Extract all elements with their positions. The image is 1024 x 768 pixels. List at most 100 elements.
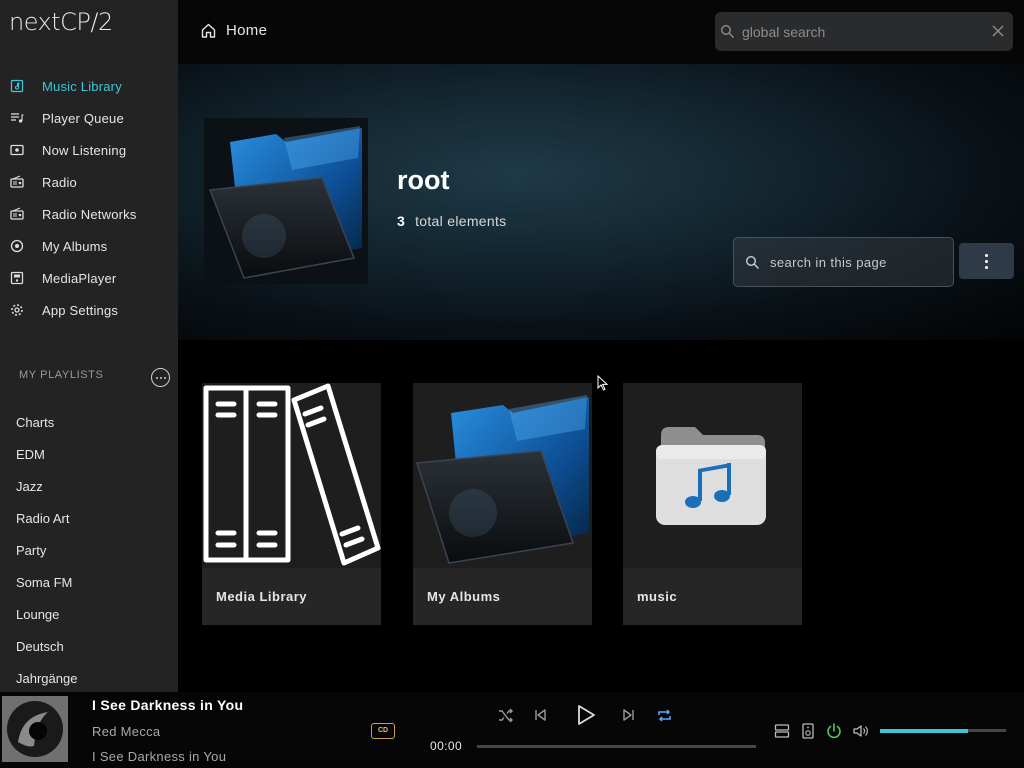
nav-label: My Albums bbox=[42, 238, 108, 254]
devices-icon bbox=[774, 724, 790, 738]
power-button[interactable] bbox=[825, 722, 843, 740]
play-icon bbox=[578, 705, 595, 725]
nav-item-app-settings[interactable]: App Settings bbox=[0, 294, 178, 326]
close-icon[interactable] bbox=[991, 24, 1005, 38]
home-label: Home bbox=[226, 22, 268, 39]
previous-icon bbox=[535, 709, 546, 721]
nav-item-music-library[interactable]: Music Library bbox=[0, 70, 178, 102]
more-options-button[interactable] bbox=[959, 243, 1014, 279]
format-badge: CD bbox=[371, 723, 395, 739]
track-artist[interactable]: Red Mecca bbox=[92, 724, 160, 739]
playlist-item[interactable]: Party bbox=[0, 535, 178, 567]
nav-label: Radio Networks bbox=[42, 206, 137, 222]
playlist-item[interactable]: Lounge bbox=[0, 599, 178, 631]
play-button[interactable] bbox=[575, 703, 597, 727]
player-bar: I See Darkness in You Red Mecca I See Da… bbox=[0, 692, 1024, 768]
power-icon bbox=[827, 723, 841, 739]
home-breadcrumb[interactable]: Home bbox=[200, 22, 267, 39]
repeat-button[interactable] bbox=[656, 707, 673, 724]
playlists-header: MY PLAYLISTS bbox=[19, 369, 104, 381]
dot bbox=[159, 376, 162, 379]
dot bbox=[985, 265, 988, 269]
card-label: Media Library bbox=[202, 568, 381, 625]
playlist-item[interactable]: EDM bbox=[0, 439, 178, 471]
media-player-icon bbox=[10, 271, 24, 285]
card-my-albums[interactable]: My Albums bbox=[413, 383, 592, 625]
dot bbox=[163, 376, 166, 379]
nav-label: Radio bbox=[42, 174, 77, 190]
folder-cover-image bbox=[204, 118, 368, 284]
dot bbox=[985, 259, 988, 263]
nav-label: Player Queue bbox=[42, 110, 124, 126]
elapsed-time: 00:00 bbox=[430, 739, 463, 753]
volume-slider[interactable] bbox=[880, 728, 1006, 733]
dot bbox=[155, 376, 158, 379]
shuffle-icon bbox=[499, 708, 513, 723]
nav-item-my-albums[interactable]: My Albums bbox=[0, 230, 178, 262]
search-icon bbox=[720, 24, 734, 38]
playlist-item[interactable]: Soma FM bbox=[0, 567, 178, 599]
global-search-input[interactable] bbox=[742, 23, 972, 40]
now-listening-icon bbox=[10, 143, 24, 157]
track-cover-image bbox=[2, 696, 68, 762]
element-count-value: 3 bbox=[397, 213, 406, 229]
shuffle-button[interactable] bbox=[497, 707, 514, 724]
album-icon bbox=[10, 239, 24, 253]
repeat-icon bbox=[658, 709, 671, 722]
global-search bbox=[715, 12, 1013, 51]
playlist-item[interactable]: Jahrgänge bbox=[0, 663, 178, 695]
folder-header: root 3 total elements bbox=[178, 64, 1024, 340]
page-search bbox=[733, 237, 954, 287]
track-album[interactable]: I See Darkness in You bbox=[92, 749, 226, 764]
mouse-pointer-icon bbox=[597, 375, 609, 391]
app-logo: nextCP/2 bbox=[9, 8, 113, 36]
page-search-input[interactable] bbox=[770, 254, 950, 270]
top-bar: Home bbox=[178, 0, 1024, 64]
track-title: I See Darkness in You bbox=[92, 697, 244, 713]
search-icon bbox=[745, 255, 759, 269]
next-button[interactable] bbox=[622, 708, 636, 722]
nav-label: Now Listening bbox=[42, 142, 127, 158]
volume-slider-fill bbox=[880, 728, 969, 733]
queue-icon bbox=[10, 111, 24, 125]
music-library-icon bbox=[10, 79, 24, 93]
nav-item-radio[interactable]: Radio bbox=[0, 166, 178, 198]
nav-item-now-listening[interactable]: Now Listening bbox=[0, 134, 178, 166]
card-music[interactable]: music bbox=[623, 383, 802, 625]
devices-button[interactable] bbox=[774, 723, 790, 739]
volume-button[interactable] bbox=[852, 723, 869, 739]
radio-networks-icon bbox=[10, 207, 24, 221]
playlist-item[interactable]: Charts bbox=[0, 407, 178, 439]
nav-label: MediaPlayer bbox=[42, 270, 117, 286]
books-icon bbox=[202, 383, 381, 568]
main-nav: Music Library Player Queue Now Listening… bbox=[0, 70, 178, 326]
progress-bar[interactable] bbox=[477, 745, 756, 748]
speaker-button[interactable] bbox=[801, 723, 815, 739]
playlist-item[interactable]: Jazz bbox=[0, 471, 178, 503]
volume-icon bbox=[853, 725, 868, 737]
nav-item-player-queue[interactable]: Player Queue bbox=[0, 102, 178, 134]
home-icon bbox=[201, 23, 216, 38]
playlist-item[interactable]: Radio Art bbox=[0, 503, 178, 535]
nav-item-mediaplayer[interactable]: MediaPlayer bbox=[0, 262, 178, 294]
playlist-list: Charts EDM Jazz Radio Art Party Soma FM … bbox=[0, 407, 178, 695]
element-count: 3 total elements bbox=[397, 213, 506, 229]
previous-button[interactable] bbox=[533, 708, 547, 722]
nav-label: Music Library bbox=[42, 78, 122, 94]
speaker-icon bbox=[802, 723, 814, 739]
element-count-label: total elements bbox=[415, 213, 507, 229]
playlists-more-button[interactable] bbox=[151, 368, 170, 387]
card-label: My Albums bbox=[413, 568, 592, 625]
radio-icon bbox=[10, 175, 24, 189]
folder-icon bbox=[413, 383, 592, 568]
gear-icon bbox=[10, 303, 24, 317]
next-icon bbox=[623, 709, 634, 721]
music-folder-icon bbox=[623, 383, 802, 568]
sidebar: nextCP/2 Music Library Player Queue Now … bbox=[0, 0, 178, 692]
folder-title: root bbox=[397, 165, 450, 195]
nav-item-radio-networks[interactable]: Radio Networks bbox=[0, 198, 178, 230]
nav-label: App Settings bbox=[42, 302, 119, 318]
card-label: music bbox=[623, 568, 802, 625]
playlist-item[interactable]: Deutsch bbox=[0, 631, 178, 663]
card-media-library[interactable]: Media Library bbox=[202, 383, 381, 625]
